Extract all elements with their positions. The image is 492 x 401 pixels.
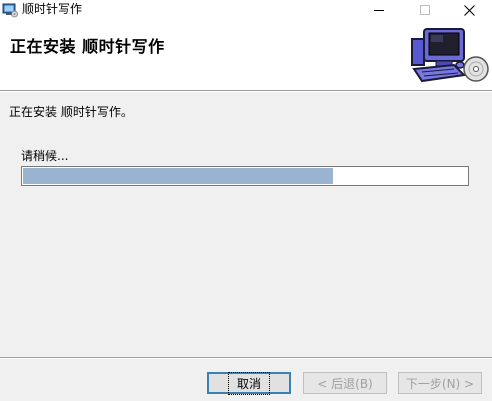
maximize-button bbox=[402, 0, 448, 20]
cancel-button[interactable]: 取消 bbox=[207, 371, 291, 395]
maximize-icon bbox=[420, 5, 430, 15]
progress-bar-fill bbox=[23, 168, 333, 184]
status-text: 正在安装 顺时针写作。 bbox=[9, 105, 133, 119]
page-title: 正在安装 顺时针写作 bbox=[10, 37, 165, 56]
footer-divider bbox=[0, 357, 492, 359]
minimize-icon bbox=[374, 5, 384, 15]
next-button-label: 下一步(N) > bbox=[405, 376, 475, 391]
title-bar: 顺时针写作 bbox=[0, 0, 492, 20]
back-button[interactable]: < 后退(B) bbox=[303, 372, 387, 394]
computer-install-icon bbox=[410, 25, 492, 85]
minimize-button[interactable] bbox=[356, 0, 402, 20]
progress-bar bbox=[21, 166, 469, 186]
close-button[interactable] bbox=[446, 0, 492, 20]
header-banner: 正在安装 顺时针写作 bbox=[0, 20, 492, 90]
header-divider bbox=[0, 90, 492, 92]
cancel-button-label: 取消 bbox=[227, 371, 271, 395]
next-button[interactable]: 下一步(N) > bbox=[398, 372, 482, 394]
window-title: 顺时针写作 bbox=[22, 2, 83, 16]
progress-label: 请稍候... bbox=[21, 149, 69, 163]
back-button-label: < 后退(B) bbox=[317, 376, 373, 391]
close-icon bbox=[463, 4, 475, 16]
installer-icon bbox=[2, 2, 18, 18]
